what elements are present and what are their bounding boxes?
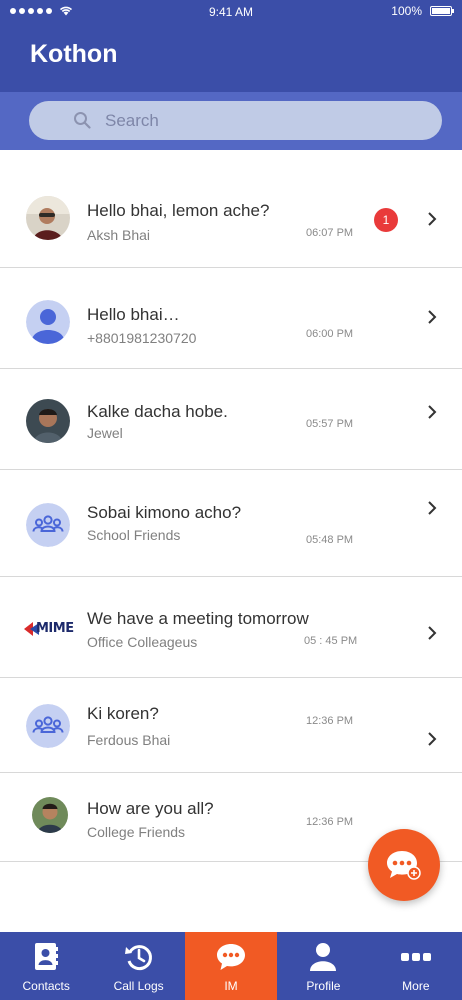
tab-more[interactable]: More xyxy=(370,932,462,1000)
conversation-time: 05:57 PM xyxy=(306,418,354,430)
conversation-message: Kalke dacha hobe. xyxy=(87,402,228,421)
tab-contacts[interactable]: Contacts xyxy=(0,932,92,1000)
tab-label: IM xyxy=(224,979,238,993)
contact-photo-avatar xyxy=(26,399,70,443)
conversation-name: +8801981230720 xyxy=(87,330,197,346)
group-icon xyxy=(26,704,70,748)
conversation-message: Ki koren? xyxy=(87,704,159,723)
conversation-time: 06:00 PM xyxy=(306,328,354,340)
conversation-time: 05 : 45 PM xyxy=(304,635,358,647)
chevron-right-icon xyxy=(428,310,437,324)
tab-im[interactable]: IM xyxy=(184,932,278,1000)
battery-icon xyxy=(430,6,454,16)
app-title: Kothon xyxy=(30,40,118,68)
more-icon xyxy=(400,953,431,961)
chevron-right-icon xyxy=(428,732,437,746)
app-header: 9:41 AM 100% Kothon xyxy=(0,0,462,150)
bottom-tab-bar: Contacts Call Logs IM Profile More xyxy=(0,932,462,1000)
conversation-time: 05:48 PM xyxy=(306,534,354,546)
unread-badge: 1 xyxy=(374,208,398,232)
conversation-name: College Friends xyxy=(87,824,186,840)
conversation-name: Office Colleageus xyxy=(87,634,198,650)
tab-label: Call Logs xyxy=(113,979,164,993)
chevron-right-icon xyxy=(428,212,437,226)
search-input[interactable] xyxy=(105,106,425,136)
conversation-row[interactable]: Sobai kimono acho? School Friends 05:48 … xyxy=(0,470,462,577)
contact-photo-avatar xyxy=(26,196,70,240)
call-logs-icon xyxy=(124,945,152,971)
contact-photo-avatar xyxy=(32,797,68,833)
person-placeholder-avatar xyxy=(26,300,70,344)
tab-profile[interactable]: Profile xyxy=(277,932,369,1000)
tab-call-logs[interactable]: Call Logs xyxy=(92,932,184,1000)
status-bar: 9:41 AM 100% xyxy=(0,0,462,24)
new-chat-icon xyxy=(387,851,421,880)
conversation-name: Jewel xyxy=(87,425,123,441)
contacts-icon xyxy=(35,943,59,970)
conversation-message: Hello bhai… xyxy=(87,305,180,324)
chevron-right-icon xyxy=(428,405,437,419)
conversation-row[interactable]: MIME We have a meeting tomorrow Office C… xyxy=(0,577,462,678)
group-icon xyxy=(26,503,70,547)
conversation-row[interactable]: Hello bhai, lemon ache? Aksh Bhai 06:07 … xyxy=(0,150,462,268)
profile-icon xyxy=(310,943,337,971)
chevron-right-icon xyxy=(428,501,437,515)
conversation-row[interactable]: Kalke dacha hobe. Jewel 05:57 PM xyxy=(0,369,462,470)
mime-logo-text: MIME xyxy=(36,621,74,636)
tab-label: More xyxy=(402,979,430,993)
tab-label: Profile xyxy=(306,979,341,993)
conversation-message: Hello bhai, lemon ache? xyxy=(87,201,270,220)
conversation-time: 12:36 PM xyxy=(306,715,354,727)
battery-percent: 100% xyxy=(391,4,422,18)
conversation-message: How are you all? xyxy=(87,799,214,818)
conversation-message: We have a meeting tomorrow xyxy=(87,609,309,628)
conversation-name: Aksh Bhai xyxy=(87,227,151,243)
chat-icon xyxy=(217,944,246,970)
new-message-button[interactable] xyxy=(368,829,440,901)
conversation-time: 12:36 PM xyxy=(306,816,354,828)
conversation-message: Sobai kimono acho? xyxy=(87,503,242,522)
mime-logo: MIME xyxy=(24,619,74,641)
tab-label: Contacts xyxy=(22,979,70,993)
conversation-row[interactable]: Ki koren? Ferdous Bhai 12:36 PM xyxy=(0,678,462,773)
conversation-name: Ferdous Bhai xyxy=(87,732,171,748)
conversation-name: School Friends xyxy=(87,527,181,543)
conversation-time: 06:07 PM xyxy=(306,227,354,239)
search-icon xyxy=(74,112,91,129)
group-avatar xyxy=(26,503,70,547)
conversation-row[interactable]: Hello bhai… +8801981230720 06:00 PM xyxy=(0,268,462,369)
group-avatar xyxy=(26,704,70,748)
chevron-right-icon xyxy=(428,626,437,640)
